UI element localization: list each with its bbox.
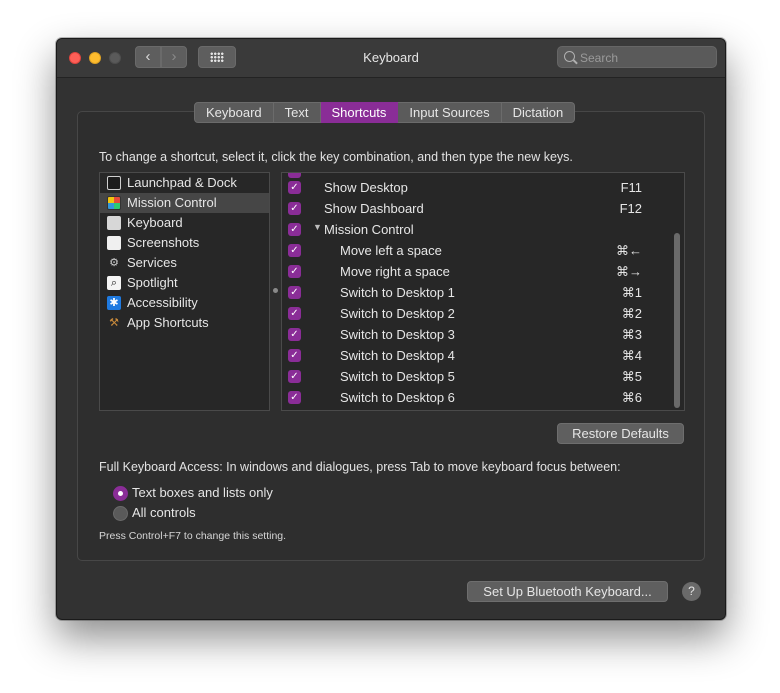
tab-dictation[interactable]: Dictation xyxy=(501,102,576,123)
category-screenshots[interactable]: Screenshots xyxy=(100,233,269,253)
keyboard-icon xyxy=(107,216,121,230)
scrollbar[interactable] xyxy=(674,233,680,408)
accessibility-icon: ✱ xyxy=(107,296,121,310)
shortcut-group-row[interactable]: ✓ ▼ Mission Control xyxy=(282,219,684,240)
disclosure-triangle-icon[interactable]: ▼ xyxy=(313,222,322,232)
shortcut-row[interactable]: ✓ Switch to Desktop 5 ⌘5 xyxy=(282,366,684,387)
setup-bluetooth-keyboard-button[interactable]: Set Up Bluetooth Keyboard... xyxy=(467,581,668,602)
shortcut-list[interactable]: ✓ Show Desktop F11 ✓ Show Dashboard F12 … xyxy=(281,172,685,411)
launchpad-icon xyxy=(107,176,121,190)
gear-icon: ⚙ xyxy=(109,257,119,269)
category-keyboard[interactable]: Keyboard xyxy=(100,213,269,233)
category-spotlight[interactable]: ⌕ Spotlight xyxy=(100,273,269,293)
restore-defaults-button[interactable]: Restore Defaults xyxy=(557,423,684,444)
shortcut-checkbox[interactable]: ✓ xyxy=(288,223,301,236)
tab-text[interactable]: Text xyxy=(273,102,321,123)
shortcut-row[interactable]: ✓ Switch to Desktop 6 ⌘6 xyxy=(282,387,684,408)
category-accessibility[interactable]: ✱ Accessibility xyxy=(100,293,269,313)
shortcut-row[interactable]: ✓ Show Dashboard F12 xyxy=(282,198,684,219)
shortcut-checkbox[interactable]: ✓ xyxy=(288,370,301,383)
app-shortcuts-icon: ⚒ xyxy=(109,317,119,329)
shortcut-row[interactable]: ✓ Switch to Desktop 4 ⌘4 xyxy=(282,345,684,366)
tab-keyboard[interactable]: Keyboard xyxy=(194,102,274,123)
help-button[interactable]: ? xyxy=(682,582,701,601)
category-app-shortcuts[interactable]: ⚒ App Shortcuts xyxy=(100,313,269,333)
tab-shortcuts[interactable]: Shortcuts xyxy=(320,102,399,123)
keyboard-preferences-window: ‹ › Keyboard Keyboard Text Shortcuts Inp… xyxy=(56,38,726,620)
shortcut-checkbox[interactable]: ✓ xyxy=(288,265,301,278)
title-bar: ‹ › Keyboard xyxy=(57,39,725,78)
category-launchpad-dock[interactable]: Launchpad & Dock xyxy=(100,173,269,193)
tab-input-sources[interactable]: Input Sources xyxy=(398,102,502,123)
category-mission-control[interactable]: Mission Control xyxy=(100,193,269,213)
shortcut-checkbox[interactable]: ✓ xyxy=(288,391,301,404)
shortcut-checkbox[interactable]: ✓ xyxy=(288,307,301,320)
screenshots-icon xyxy=(107,236,121,250)
shortcut-checkbox[interactable]: ✓ xyxy=(288,328,301,341)
tab-bar: Keyboard Text Shortcuts Input Sources Di… xyxy=(194,102,576,123)
shortcut-row[interactable]: ✓ Switch to Desktop 1 ⌘1 xyxy=(282,282,684,303)
shortcut-checkbox[interactable]: ✓ xyxy=(288,202,301,215)
radio-all-controls-label[interactable]: All controls xyxy=(132,505,196,520)
full-keyboard-access-label: Full Keyboard Access: In windows and dia… xyxy=(99,460,621,474)
search-icon xyxy=(564,51,575,62)
spotlight-icon: ⌕ xyxy=(107,276,121,290)
instructions-text: To change a shortcut, select it, click t… xyxy=(99,150,573,164)
shortcut-row[interactable]: ✓ Switch to Desktop 3 ⌘3 xyxy=(282,324,684,345)
radio-text-boxes[interactable] xyxy=(113,486,128,501)
shortcut-row[interactable]: ✓ Show Desktop F11 xyxy=(282,177,684,198)
shortcut-row[interactable]: ✓ Move left a space ⌘← xyxy=(282,240,684,261)
radio-text-boxes-label[interactable]: Text boxes and lists only xyxy=(132,485,273,500)
split-view-divider[interactable] xyxy=(273,288,278,293)
search-field[interactable] xyxy=(557,46,717,68)
radio-all-controls[interactable] xyxy=(113,506,128,521)
category-list[interactable]: Launchpad & Dock Mission Control Keyboar… xyxy=(99,172,270,411)
shortcut-row[interactable]: ✓ Switch to Desktop 2 ⌘2 xyxy=(282,303,684,324)
shortcut-checkbox[interactable]: ✓ xyxy=(288,286,301,299)
mission-control-icon xyxy=(107,196,121,210)
hint-text: Press Control+F7 to change this setting. xyxy=(99,530,287,542)
search-input[interactable] xyxy=(578,49,716,67)
shortcut-checkbox[interactable]: ✓ xyxy=(288,181,301,194)
category-services[interactable]: ⚙ Services xyxy=(100,253,269,273)
shortcut-row[interactable]: ✓ Move right a space ⌘→ xyxy=(282,261,684,282)
shortcut-checkbox[interactable]: ✓ xyxy=(288,244,301,257)
shortcut-checkbox[interactable]: ✓ xyxy=(288,349,301,362)
